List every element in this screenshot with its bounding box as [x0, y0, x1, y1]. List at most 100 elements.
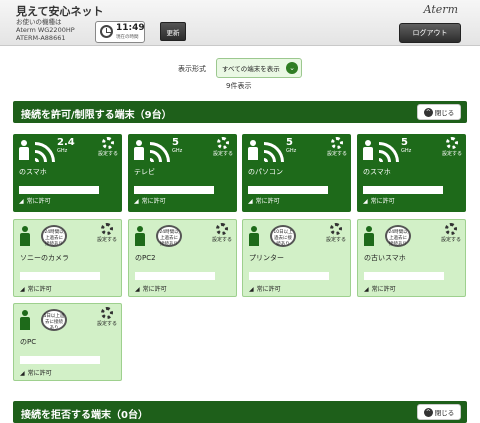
section-header-allowed: 接続を許可/制限する端末（9台） ^ 閉じる: [13, 101, 467, 123]
permission-status: 常に許可: [19, 196, 51, 205]
permission-status: 常に許可: [248, 196, 280, 205]
device-card[interactable]: 5GHz 設定する のスマホ 常に許可: [357, 134, 466, 212]
band-value: 2.4: [57, 137, 75, 148]
clock: 11:49 現在の時間: [95, 21, 145, 43]
gear-icon[interactable]: [445, 223, 457, 235]
device-name: のパソコン: [248, 168, 283, 176]
person-icon: [20, 310, 30, 330]
past-connection-badge: 24時間以上過去に接続あり: [156, 225, 182, 247]
device-name: のPC: [20, 338, 37, 346]
masked-field: [20, 356, 100, 364]
past-connection-badge: 24時間以上過去に接続あり: [385, 225, 411, 247]
masked-field: [249, 272, 329, 280]
masked-field: [19, 186, 99, 194]
gear-icon[interactable]: [102, 137, 114, 149]
display-mode-select[interactable]: すべての端末を表示 ⌄: [216, 58, 302, 78]
display-mode-value: すべての端末を表示: [222, 65, 280, 73]
device-card[interactable]: 24時間以上過去に接続あり 設定する のPC2 常に許可: [128, 219, 237, 297]
device-id: ATERM-A88661: [16, 34, 66, 42]
chevron-up-icon: ^: [423, 407, 433, 417]
collapse-label: 閉じる: [434, 109, 455, 117]
device-card[interactable]: 5GHz 設定する テレビ 常に許可: [128, 134, 237, 212]
person-icon: [19, 140, 29, 160]
permission-status: 常に許可: [20, 284, 52, 293]
settings-link[interactable]: 設定する: [212, 236, 232, 243]
section-title: 接続を拒否する端末（0台）: [21, 410, 148, 421]
band-value: 5: [286, 137, 293, 148]
wifi-signal-icon: [379, 138, 403, 162]
device-name: ソニーのカメラ: [20, 254, 69, 262]
settings-link[interactable]: 設定する: [213, 150, 233, 157]
device-card[interactable]: 24時間以上過去に接続あり 設定する の古いスマホ 常に許可: [357, 219, 466, 297]
gear-icon[interactable]: [101, 223, 113, 235]
brand-logo: Aterm: [423, 3, 458, 16]
band-indicator: 5 GHz: [401, 137, 411, 154]
display-mode-label: 表示形式: [178, 65, 206, 73]
device-name: プリンター: [249, 254, 284, 262]
gear-icon[interactable]: [101, 307, 113, 319]
person-icon: [363, 140, 373, 160]
device-card[interactable]: 5GHz 設定する のパソコン 常に許可: [242, 134, 351, 212]
band-value: 5: [401, 137, 408, 148]
settings-link[interactable]: 設定する: [441, 236, 461, 243]
device-card[interactable]: 10日以上過去に接続あり 設定する プリンター 常に許可: [242, 219, 351, 297]
person-icon: [135, 226, 145, 246]
collapse-label: 閉じる: [434, 409, 455, 417]
band-unit: GHz: [172, 148, 183, 154]
model-label: お使いの機種は: [16, 18, 62, 26]
band-indicator: 5 GHz: [172, 137, 182, 154]
settings-link[interactable]: 設定する: [442, 150, 462, 157]
device-name: の古いスマホ: [364, 254, 406, 262]
settings-link[interactable]: 設定する: [97, 320, 117, 327]
logout-button[interactable]: ログアウト: [399, 23, 461, 43]
result-count: 9件表示: [226, 82, 252, 90]
clock-caption: 現在の時間: [116, 35, 139, 40]
gear-icon[interactable]: [217, 137, 229, 149]
masked-field: [20, 272, 100, 280]
person-icon: [364, 226, 374, 246]
clock-time: 11:49: [116, 23, 145, 33]
masked-field: [135, 272, 215, 280]
wifi-signal-icon: [35, 138, 59, 162]
past-connection-badge: 24時間以上過去に接続あり: [41, 225, 67, 247]
person-icon: [249, 226, 259, 246]
past-connection-badge: 5日以上過去に接続あり: [41, 309, 67, 331]
permission-status: 常に許可: [134, 196, 166, 205]
gear-icon[interactable]: [216, 223, 228, 235]
permission-status: 常に許可: [249, 284, 281, 293]
settings-link[interactable]: 設定する: [97, 236, 117, 243]
wifi-signal-icon: [150, 138, 174, 162]
model-name: Aterm WG2200HP: [16, 26, 75, 34]
refresh-button[interactable]: 更新: [160, 22, 186, 41]
section-header-denied: 接続を拒否する端末（0台） ^ 閉じる: [13, 401, 467, 423]
settings-link[interactable]: 設定する: [98, 150, 118, 157]
permission-status: 常に許可: [364, 284, 396, 293]
person-icon: [20, 226, 30, 246]
device-name: のスマホ: [19, 168, 47, 176]
band-unit: GHz: [401, 148, 412, 154]
section-title: 接続を許可/制限する端末（9台）: [21, 110, 172, 121]
settings-link[interactable]: 設定する: [326, 236, 346, 243]
app-title: 見えて安心ネット: [16, 5, 104, 18]
settings-link[interactable]: 設定する: [327, 150, 347, 157]
gear-icon[interactable]: [446, 137, 458, 149]
device-name: のスマホ: [363, 168, 391, 176]
device-card[interactable]: 24時間以上過去に接続あり 設定する ソニーのカメラ 常に許可: [13, 219, 122, 297]
gear-icon[interactable]: [331, 137, 343, 149]
masked-field: [364, 272, 444, 280]
wifi-signal-icon: [264, 138, 288, 162]
chevron-up-icon: ^: [423, 107, 433, 117]
top-bar: 見えて安心ネット お使いの機種は Aterm WG2200HP ATERM-A8…: [0, 0, 480, 46]
device-card[interactable]: 2.4GHz 設定する のスマホ 常に許可: [13, 134, 122, 212]
collapse-button[interactable]: ^ 閉じる: [417, 104, 461, 120]
permission-status: 常に許可: [363, 196, 395, 205]
gear-icon[interactable]: [330, 223, 342, 235]
device-card[interactable]: 5日以上過去に接続あり 設定する のPC 常に許可: [13, 303, 122, 381]
device-name: のPC2: [135, 254, 156, 262]
permission-status: 常に許可: [20, 368, 52, 377]
masked-field: [363, 186, 443, 194]
person-icon: [134, 140, 144, 160]
person-icon: [248, 140, 258, 160]
clock-icon: [100, 25, 113, 38]
past-connection-badge: 10日以上過去に接続あり: [270, 225, 296, 247]
